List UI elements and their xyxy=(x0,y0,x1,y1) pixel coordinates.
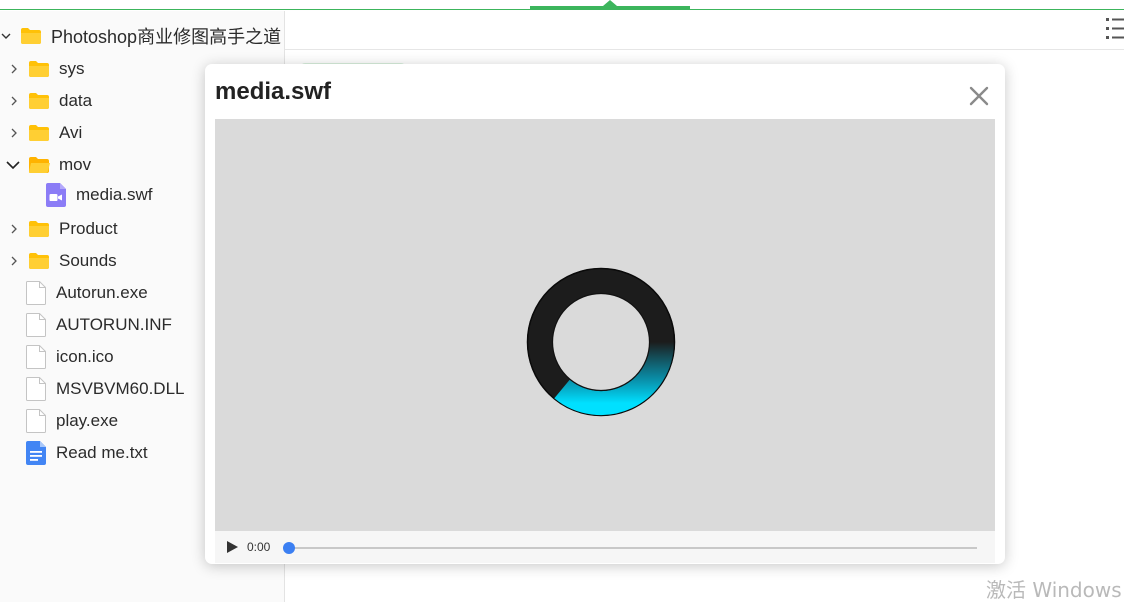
active-tab-indicator[interactable] xyxy=(530,6,690,10)
folder-icon xyxy=(29,253,49,269)
tree-item-label: Sounds xyxy=(59,251,117,270)
folder-open-icon xyxy=(28,157,50,173)
tree-item-label: sys xyxy=(59,59,85,78)
chevron-right-icon[interactable] xyxy=(8,63,20,75)
current-time: 0:00 xyxy=(247,540,271,554)
main-header-divider xyxy=(285,49,1124,50)
file-icon xyxy=(26,345,46,369)
tree-item-media-swf[interactable]: media.swf xyxy=(46,182,153,208)
tree-item-autorun-exe[interactable]: Autorun.exe xyxy=(26,280,148,306)
folder-icon xyxy=(29,93,49,109)
chevron-down-icon[interactable] xyxy=(6,159,20,171)
app-window: Photoshop商业修图高手之道 sys data Avi mov media… xyxy=(0,0,1124,602)
folder-icon xyxy=(29,125,49,141)
folder-icon xyxy=(29,221,49,237)
folder-icon xyxy=(21,28,41,44)
tree-item-sys[interactable]: sys xyxy=(8,56,85,82)
chevron-down-icon[interactable] xyxy=(0,30,12,42)
video-viewport[interactable] xyxy=(215,119,995,531)
tree-item-mov[interactable]: mov xyxy=(6,152,91,178)
close-icon[interactable] xyxy=(967,84,991,108)
media-preview-modal: media.swf 0:00 xyxy=(205,64,1005,564)
activation-watermark: 激活 Windows xyxy=(986,578,1122,602)
tree-root-label: Photoshop商业修图高手之道 xyxy=(51,27,282,47)
tree-item-data[interactable]: data xyxy=(8,88,92,114)
folder-icon xyxy=(29,61,49,77)
tree-item-icon-ico[interactable]: icon.ico xyxy=(26,344,114,370)
tree-root[interactable]: Photoshop商业修图高手之道 xyxy=(0,23,281,49)
tree-item-label: Avi xyxy=(59,123,83,142)
file-icon xyxy=(26,377,46,401)
tree-item-label: icon.ico xyxy=(56,347,114,366)
tree-item-label: play.exe xyxy=(56,411,119,430)
list-menu-icon[interactable] xyxy=(1106,17,1124,41)
file-icon xyxy=(26,409,46,433)
tree-item-label: Product xyxy=(59,219,118,238)
tree-item-play-exe[interactable]: play.exe xyxy=(26,408,118,434)
tree-item-label: mov xyxy=(59,155,92,174)
seek-handle[interactable] xyxy=(283,542,295,554)
tree-item-label: Autorun.exe xyxy=(56,283,148,302)
tree-item-label: MSVBVM60.DLL xyxy=(56,379,185,398)
tree-item-sounds[interactable]: Sounds xyxy=(8,248,117,274)
tree-item-readme-txt[interactable]: Read me.txt xyxy=(26,440,148,466)
seek-bar[interactable] xyxy=(289,547,977,549)
tree-item-label: media.swf xyxy=(76,185,153,204)
chevron-right-icon[interactable] xyxy=(8,127,20,139)
chevron-right-icon[interactable] xyxy=(8,255,20,267)
loading-spinner-icon xyxy=(526,267,676,417)
file-icon xyxy=(26,281,46,305)
tree-item-msvbvm60-dll[interactable]: MSVBVM60.DLL xyxy=(26,376,185,402)
player-controls: 0:00 xyxy=(215,531,995,563)
tab-notch-icon xyxy=(603,0,617,6)
chevron-right-icon[interactable] xyxy=(8,223,20,235)
tree-item-autorun-inf[interactable]: AUTORUN.INF xyxy=(26,312,172,338)
file-icon xyxy=(26,313,46,337)
tree-item-label: data xyxy=(59,91,93,110)
tree-item-avi[interactable]: Avi xyxy=(8,120,82,146)
video-file-icon xyxy=(46,183,66,207)
tree-item-label: Read me.txt xyxy=(56,443,148,462)
chevron-right-icon[interactable] xyxy=(8,95,20,107)
tree-item-product[interactable]: Product xyxy=(8,216,118,242)
tree-item-label: AUTORUN.INF xyxy=(56,315,172,334)
text-file-icon xyxy=(26,441,46,465)
play-icon[interactable] xyxy=(225,540,239,554)
modal-title: media.swf xyxy=(215,78,332,105)
